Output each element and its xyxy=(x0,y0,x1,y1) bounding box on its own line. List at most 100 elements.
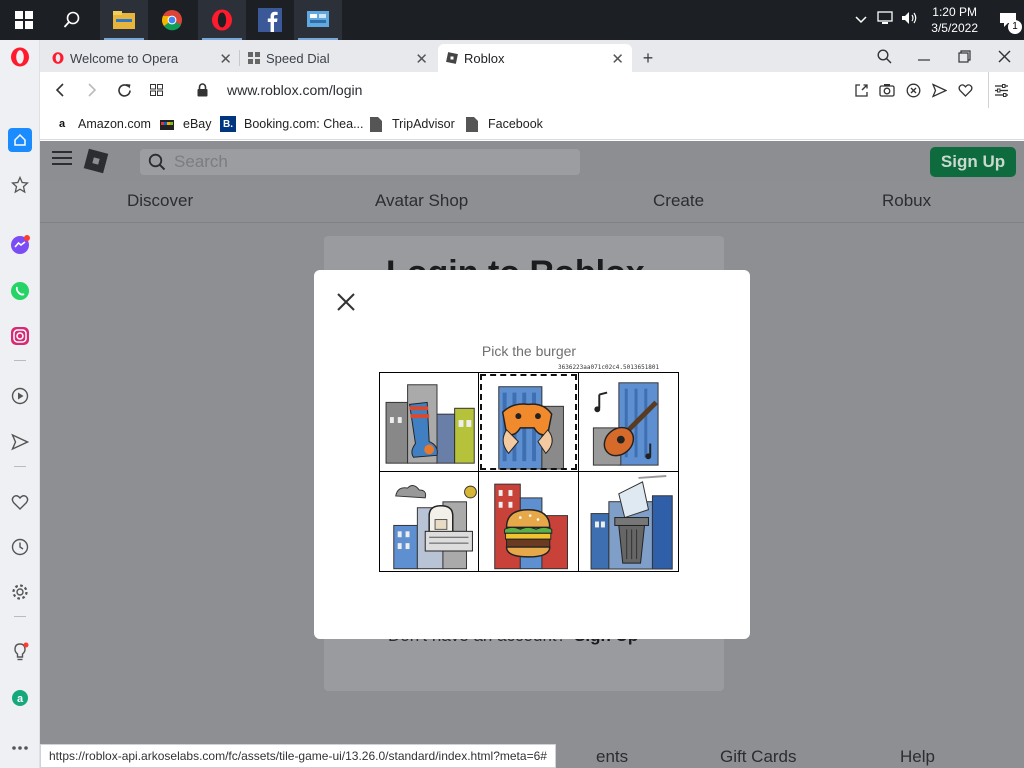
easy-setup-button[interactable] xyxy=(988,72,1014,108)
footer-gift-cards[interactable]: Gift Cards xyxy=(720,747,797,767)
search-icon xyxy=(148,153,166,171)
captcha-tile-burger[interactable] xyxy=(479,472,579,571)
tab-search-button[interactable] xyxy=(864,40,904,72)
tab-welcome-to-opera[interactable]: Welcome to Opera ✕ xyxy=(44,44,240,72)
sidebar-player[interactable] xyxy=(0,381,40,411)
captcha-tile-trash-can[interactable] xyxy=(578,472,678,571)
bookmark-booking[interactable]: B. Booking.com: Chea... xyxy=(220,114,364,134)
tab-label: Speed Dial xyxy=(266,50,330,66)
captcha-prompt: Pick the burger xyxy=(481,343,577,359)
sidebar-more[interactable] xyxy=(0,733,40,763)
action-center-button[interactable]: 1 xyxy=(992,0,1024,40)
roblox-search-input[interactable]: Search xyxy=(140,149,580,175)
file-explorer-icon[interactable] xyxy=(100,0,148,40)
network-icon[interactable] xyxy=(877,10,893,30)
tab-roblox[interactable]: Roblox ✕ xyxy=(438,44,632,72)
bookmark-amazon[interactable]: a Amazon.com xyxy=(54,114,151,134)
game-controller-image xyxy=(498,386,565,470)
nav-avatar-shop[interactable]: Avatar Shop xyxy=(375,191,468,211)
restore-icon xyxy=(957,49,971,63)
url-field[interactable]: www.roblox.com/login xyxy=(227,82,362,98)
bookmark-facebook[interactable]: Facebook xyxy=(464,114,543,134)
sidebar-bookmarks[interactable] xyxy=(0,170,40,200)
tab-close-icon[interactable]: ✕ xyxy=(415,50,428,68)
snapshot-button[interactable] xyxy=(874,72,900,108)
minimize-icon xyxy=(918,59,930,61)
sidebar-instagram[interactable] xyxy=(0,321,40,351)
link-status-bar: https://roblox-api.arkoselabs.com/fc/ass… xyxy=(40,744,556,768)
nav-create[interactable]: Create xyxy=(653,191,704,211)
restore-button[interactable] xyxy=(944,40,984,72)
sidebar-aria[interactable]: a xyxy=(0,683,40,713)
bookmarks-bar: a Amazon.com eBay B. Booking.com: Chea..… xyxy=(40,108,1024,140)
hamburger-menu-icon[interactable] xyxy=(52,151,72,165)
reload-button[interactable] xyxy=(108,72,140,108)
footer-help[interactable]: Help xyxy=(900,747,935,767)
back-button[interactable] xyxy=(44,72,76,108)
trash-can-image xyxy=(590,474,673,570)
windows-start-icon[interactable] xyxy=(0,0,48,40)
bookmark-ebay[interactable]: eBay xyxy=(159,114,212,134)
sidebar-speed-dial[interactable] xyxy=(0,125,40,155)
send-icon xyxy=(11,433,29,451)
chevron-up-icon[interactable] xyxy=(855,11,867,29)
heart-icon xyxy=(957,84,973,97)
svg-text:a: a xyxy=(17,693,24,705)
tab-label: Roblox xyxy=(464,50,505,66)
send-to-flow-button[interactable] xyxy=(926,72,952,108)
control-panel-icon[interactable] xyxy=(294,0,342,40)
footer-link[interactable]: ents xyxy=(596,747,628,767)
easy-setup-share-button[interactable] xyxy=(848,72,874,108)
search-placeholder: Search xyxy=(174,152,228,171)
sidebar-history[interactable] xyxy=(0,532,40,562)
nav-discover[interactable]: Discover xyxy=(127,191,193,211)
reload-icon xyxy=(117,83,131,97)
forward-button[interactable] xyxy=(76,72,108,108)
facebook-icon[interactable] xyxy=(246,0,294,40)
opera-taskbar-icon[interactable] xyxy=(198,0,246,40)
opera-menu-button[interactable] xyxy=(0,42,40,72)
secure-connection-button[interactable] xyxy=(186,72,218,108)
captcha-modal: Pick the burger 3636223aa071c02c4.501365… xyxy=(314,270,750,639)
sidebar-settings[interactable] xyxy=(0,577,40,607)
clock-time: 1:20 PM xyxy=(932,5,977,19)
bookmark-page-button[interactable] xyxy=(952,72,978,108)
sidebar-tips[interactable] xyxy=(0,637,40,667)
whatsapp-icon xyxy=(11,282,29,300)
captcha-tile-sock[interactable] xyxy=(380,373,480,472)
sidebar-my-flow[interactable] xyxy=(0,487,40,517)
roblox-logo-icon[interactable] xyxy=(83,148,109,174)
search-icon[interactable] xyxy=(48,0,96,40)
close-modal-button[interactable] xyxy=(334,290,358,314)
close-window-button[interactable] xyxy=(984,40,1024,72)
sidebar-messenger[interactable] xyxy=(0,230,40,260)
captcha-tile-game-controller[interactable] xyxy=(479,373,579,472)
sidebar-flow[interactable] xyxy=(0,427,40,457)
camera-icon xyxy=(879,84,895,97)
new-tab-button[interactable]: + xyxy=(636,44,660,72)
captcha-tile-bread[interactable] xyxy=(380,472,480,571)
adblock-button[interactable] xyxy=(900,72,926,108)
roblox-favicon-icon xyxy=(446,52,458,64)
ebay-icon xyxy=(159,116,175,132)
speed-dial-icon xyxy=(248,52,260,64)
tab-speed-dial[interactable]: Speed Dial ✕ xyxy=(240,44,436,72)
bookmark-tripadvisor[interactable]: TripAdvisor xyxy=(368,114,455,134)
volume-icon[interactable] xyxy=(901,11,919,30)
taskbar-clock[interactable]: 1:20 PM 3/5/2022 xyxy=(931,4,978,36)
tab-close-icon[interactable]: ✕ xyxy=(611,50,624,68)
minimize-button[interactable] xyxy=(904,40,944,72)
arrow-left-icon xyxy=(55,83,64,97)
tab-overview-button[interactable] xyxy=(140,72,172,108)
chrome-icon[interactable] xyxy=(148,0,196,40)
send-icon xyxy=(931,82,947,98)
guitar-image xyxy=(592,382,659,466)
tab-label: Welcome to Opera xyxy=(70,50,179,66)
captcha-tile-guitar[interactable] xyxy=(578,373,678,472)
header-signup-button[interactable]: Sign Up xyxy=(930,147,1016,177)
nav-robux[interactable]: Robux xyxy=(882,191,931,211)
roblox-nav: Discover Avatar Shop Create Robux xyxy=(40,181,1024,223)
burger-image xyxy=(494,483,569,570)
tab-close-icon[interactable]: ✕ xyxy=(219,50,232,68)
sidebar-whatsapp[interactable] xyxy=(0,276,40,306)
